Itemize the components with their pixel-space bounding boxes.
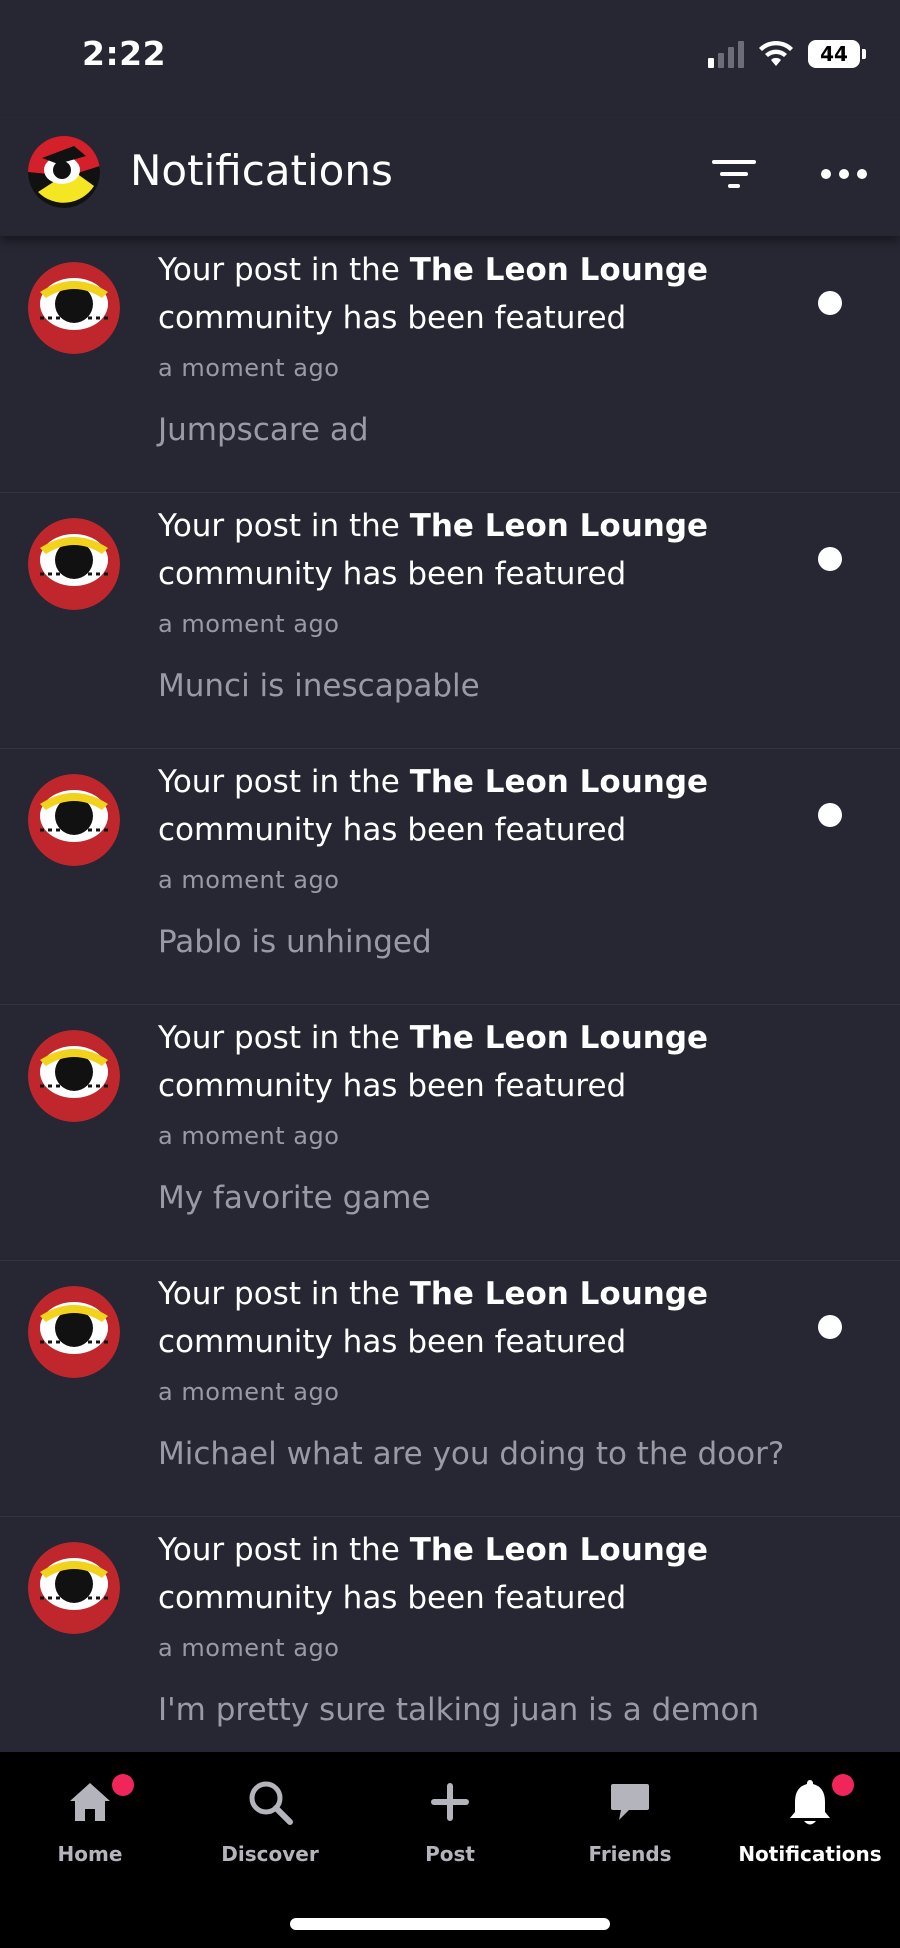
post-title[interactable]: My favorite game	[158, 1180, 431, 1216]
notification-message: Your post in the The Leon Lounge communi…	[158, 502, 778, 598]
notification-item[interactable]: Your post in the The Leon Lounge communi…	[0, 1516, 900, 1752]
community-name[interactable]: The Leon Lounge	[410, 1020, 708, 1056]
search-icon	[249, 1781, 293, 1825]
tab-label: Home	[57, 1842, 123, 1866]
notification-time: a moment ago	[158, 866, 340, 894]
status-time: 2:22	[82, 34, 167, 73]
community-name[interactable]: The Leon Lounge	[410, 508, 708, 544]
post-title[interactable]: Michael what are you doing to the door?	[158, 1436, 784, 1472]
notification-message: Your post in the The Leon Lounge communi…	[158, 758, 778, 854]
avatar[interactable]	[28, 1542, 120, 1634]
message-prefix: Your post in the	[158, 1276, 410, 1312]
message-suffix: community has been featured	[158, 1580, 627, 1616]
post-title[interactable]: Jumpscare ad	[158, 412, 369, 448]
message-prefix: Your post in the	[158, 1020, 410, 1056]
tab-label: Post	[425, 1842, 475, 1866]
notification-item[interactable]: Your post in the The Leon Lounge communi…	[0, 748, 900, 1005]
tab-label: Discover	[221, 1842, 319, 1866]
tab-friends[interactable]: Friends	[540, 1774, 720, 1884]
plus-icon	[431, 1783, 469, 1821]
notification-time: a moment ago	[158, 1634, 340, 1662]
post-title[interactable]: I'm pretty sure talking juan is a demon	[158, 1692, 759, 1728]
notification-time: a moment ago	[158, 1378, 340, 1406]
message-suffix: community has been featured	[158, 812, 627, 848]
notification-badge	[832, 1774, 854, 1796]
tab-discover[interactable]: Discover	[180, 1774, 360, 1884]
unread-indicator	[818, 291, 842, 315]
avatar[interactable]	[28, 1030, 120, 1122]
cellular-signal-icon	[708, 40, 744, 68]
chat-bubble-icon	[611, 1784, 649, 1820]
tab-home[interactable]: Home	[0, 1774, 180, 1884]
message-prefix: Your post in the	[158, 252, 410, 288]
message-prefix: Your post in the	[158, 764, 410, 800]
more-options-button[interactable]	[816, 146, 872, 202]
notification-badge	[112, 1774, 134, 1796]
tab-post[interactable]: Post	[360, 1774, 540, 1884]
status-bar: 2:22 44	[0, 0, 900, 116]
notification-item[interactable]: Your post in the The Leon Lounge communi…	[0, 492, 900, 749]
message-suffix: community has been featured	[158, 1324, 627, 1360]
notification-item[interactable]: Your post in the The Leon Lounge communi…	[0, 236, 900, 493]
community-name[interactable]: The Leon Lounge	[410, 1276, 708, 1312]
post-title[interactable]: Munci is inescapable	[158, 668, 480, 704]
notification-item[interactable]: Your post in the The Leon Lounge communi…	[0, 1004, 900, 1261]
unread-indicator	[818, 803, 842, 827]
tab-label: Friends	[588, 1842, 672, 1866]
tab-label: Notifications	[738, 1842, 882, 1866]
notification-message: Your post in the The Leon Lounge communi…	[158, 246, 778, 342]
community-logo[interactable]	[28, 136, 100, 208]
community-name[interactable]: The Leon Lounge	[410, 252, 708, 288]
notification-message: Your post in the The Leon Lounge communi…	[158, 1526, 778, 1622]
tab-notifications[interactable]: Notifications	[720, 1774, 900, 1884]
avatar[interactable]	[28, 262, 120, 354]
post-title[interactable]: Pablo is unhinged	[158, 924, 432, 960]
bell-icon	[790, 1780, 830, 1825]
notification-time: a moment ago	[158, 354, 340, 382]
community-name[interactable]: The Leon Lounge	[410, 1532, 708, 1568]
home-icon	[70, 1783, 110, 1821]
filter-icon	[712, 160, 756, 188]
notification-list[interactable]: Your post in the The Leon Lounge communi…	[0, 236, 900, 1752]
battery-icon: 44	[808, 40, 866, 68]
community-name[interactable]: The Leon Lounge	[410, 764, 708, 800]
unread-indicator	[818, 1315, 842, 1339]
notification-time: a moment ago	[158, 1122, 340, 1150]
message-prefix: Your post in the	[158, 1532, 410, 1568]
page-title: Notifications	[130, 146, 393, 195]
status-indicators: 44	[708, 40, 866, 68]
app-header: Notifications	[0, 116, 900, 236]
message-suffix: community has been featured	[158, 556, 627, 592]
message-suffix: community has been featured	[158, 1068, 627, 1104]
message-prefix: Your post in the	[158, 508, 410, 544]
wifi-icon	[759, 40, 793, 66]
avatar[interactable]	[28, 1286, 120, 1378]
notification-message: Your post in the The Leon Lounge communi…	[158, 1270, 778, 1366]
unread-indicator	[818, 547, 842, 571]
notification-message: Your post in the The Leon Lounge communi…	[158, 1014, 778, 1110]
notification-item[interactable]: Your post in the The Leon Lounge communi…	[0, 1260, 900, 1517]
home-indicator[interactable]	[290, 1918, 610, 1930]
filter-button[interactable]	[706, 146, 762, 202]
more-horizontal-icon	[821, 169, 867, 179]
message-suffix: community has been featured	[158, 300, 627, 336]
avatar[interactable]	[28, 518, 120, 610]
avatar[interactable]	[28, 774, 120, 866]
notification-time: a moment ago	[158, 610, 340, 638]
